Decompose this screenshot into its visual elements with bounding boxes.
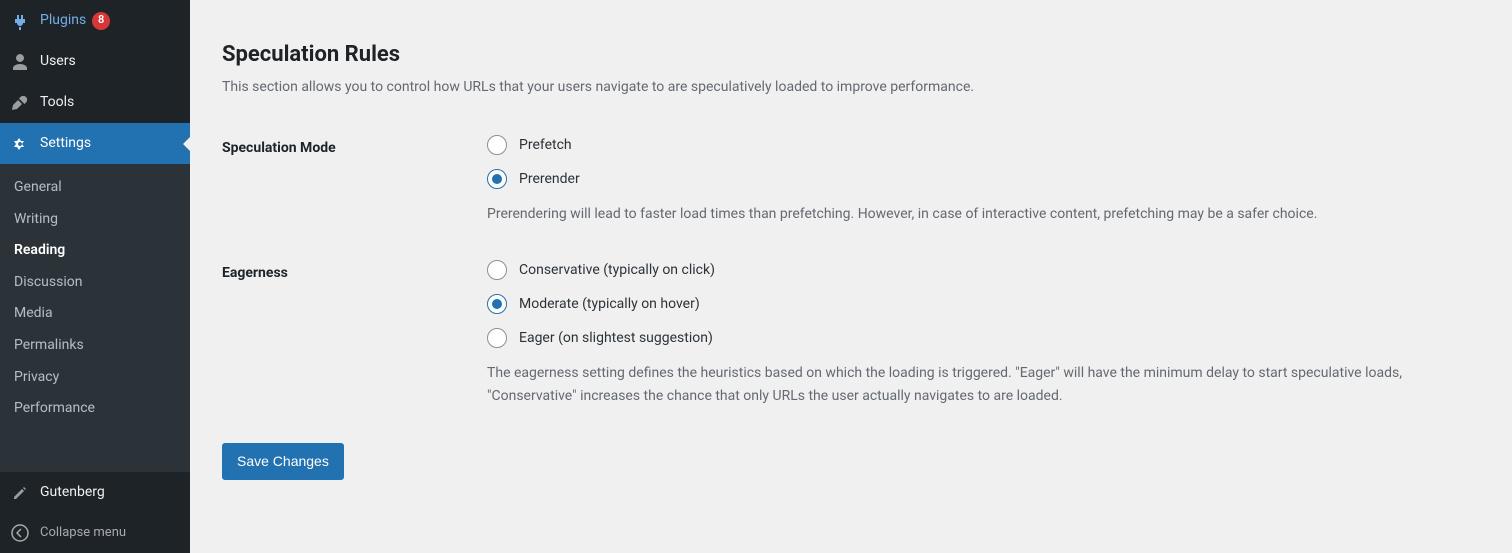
- sidebar-item-label: Tools: [40, 93, 74, 111]
- collapse-label: Collapse menu: [40, 525, 126, 542]
- submenu-item-discussion[interactable]: Discussion: [0, 267, 190, 299]
- radio-conservative[interactable]: [487, 260, 507, 280]
- submenu-item-writing[interactable]: Writing: [0, 204, 190, 236]
- save-changes-button[interactable]: Save Changes: [222, 443, 344, 479]
- sidebar-item-label: Gutenberg: [40, 483, 105, 501]
- submenu-item-performance[interactable]: Performance: [0, 393, 190, 425]
- sidebar-item-tools[interactable]: Tools: [0, 82, 190, 123]
- sidebar-item-plugins[interactable]: Plugins 8: [0, 0, 190, 41]
- settings-icon: [10, 134, 30, 154]
- sidebar-item-label: Settings: [40, 134, 91, 152]
- submenu-item-media[interactable]: Media: [0, 298, 190, 330]
- radio-row-eager[interactable]: Eager (on slightest suggestion): [487, 328, 1470, 348]
- submenu-item-permalinks[interactable]: Permalinks: [0, 330, 190, 362]
- radio-label: Prerender: [519, 171, 580, 187]
- plugins-icon: [10, 11, 30, 31]
- radio-row-prerender[interactable]: Prerender: [487, 169, 1470, 189]
- users-icon: [10, 52, 30, 72]
- main-content: Speculation Rules This section allows yo…: [190, 0, 1512, 553]
- radio-prerender[interactable]: [487, 169, 507, 189]
- radio-label: Conservative (typically on click): [519, 262, 715, 278]
- page-title: Speculation Rules: [222, 42, 1480, 67]
- speculation-mode-label: Speculation Mode: [222, 120, 487, 245]
- radio-prefetch[interactable]: [487, 135, 507, 155]
- eagerness-label: Eagerness: [222, 245, 487, 427]
- sidebar-item-users[interactable]: Users: [0, 41, 190, 82]
- admin-sidebar: Plugins 8 Users Tools Settings General W…: [0, 0, 190, 553]
- gutenberg-icon: [10, 483, 30, 503]
- submenu-item-general[interactable]: General: [0, 172, 190, 204]
- radio-label: Prefetch: [519, 137, 572, 153]
- radio-label: Moderate (typically on hover): [519, 296, 700, 312]
- submenu-item-privacy[interactable]: Privacy: [0, 362, 190, 394]
- radio-eager[interactable]: [487, 328, 507, 348]
- plugins-update-badge: 8: [92, 12, 110, 30]
- sidebar-item-label: Plugins: [40, 11, 86, 29]
- tools-icon: [10, 93, 30, 113]
- radio-row-conservative[interactable]: Conservative (typically on click): [487, 260, 1470, 280]
- page-intro: This section allows you to control how U…: [222, 77, 1480, 98]
- sidebar-item-gutenberg[interactable]: Gutenberg: [0, 472, 190, 513]
- submenu-item-reading[interactable]: Reading: [0, 235, 190, 267]
- radio-row-prefetch[interactable]: Prefetch: [487, 135, 1470, 155]
- collapse-icon: [10, 523, 30, 543]
- mode-description: Prerendering will lead to faster load ti…: [487, 203, 1447, 225]
- sidebar-item-label: Users: [40, 52, 76, 70]
- settings-submenu: General Writing Reading Discussion Media…: [0, 164, 190, 433]
- settings-form-table: Speculation Mode Prefetch Prerender Prer…: [222, 120, 1480, 427]
- radio-row-moderate[interactable]: Moderate (typically on hover): [487, 294, 1470, 314]
- sidebar-item-settings[interactable]: Settings: [0, 123, 190, 164]
- radio-moderate[interactable]: [487, 294, 507, 314]
- collapse-menu-button[interactable]: Collapse menu: [0, 513, 190, 553]
- eagerness-description: The eagerness setting defines the heuris…: [487, 362, 1447, 407]
- radio-label: Eager (on slightest suggestion): [519, 330, 713, 346]
